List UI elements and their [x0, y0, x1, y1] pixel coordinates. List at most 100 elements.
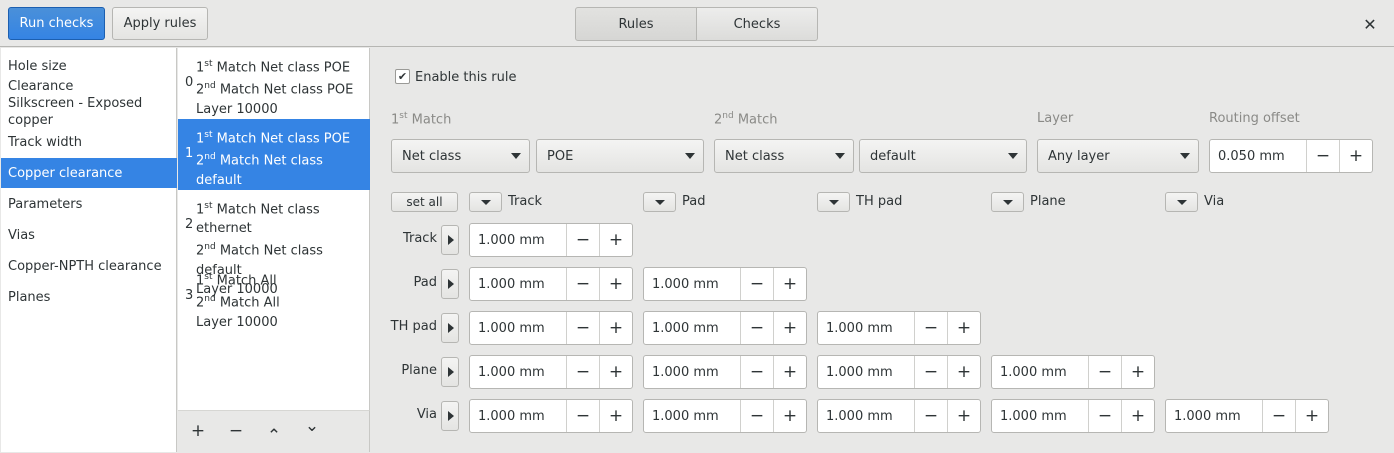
increment-button[interactable]: + — [773, 356, 806, 388]
column-th-pad-dropdown[interactable] — [817, 192, 850, 212]
decrement-button[interactable]: − — [914, 312, 947, 344]
increment-button[interactable]: + — [773, 268, 806, 300]
clearance-input[interactable]: 1.000 mm — [644, 312, 740, 344]
increment-button[interactable]: + — [1339, 140, 1372, 172]
sidebar-item-copper-npth-clearance[interactable]: Copper-NPTH clearance — [1, 252, 177, 280]
decrement-button[interactable]: − — [1306, 140, 1339, 172]
routing-offset-stepper[interactable]: 0.050 mm − + — [1209, 139, 1373, 173]
increment-button[interactable]: + — [773, 312, 806, 344]
sidebar-item-track-width[interactable]: Track width — [1, 128, 177, 156]
tab-rules[interactable]: Rules — [575, 7, 697, 41]
clearance-input[interactable]: 1.000 mm — [644, 356, 740, 388]
sidebar-item-planes[interactable]: Planes — [1, 283, 177, 311]
clearance-stepper[interactable]: 1.000 mm − + — [469, 223, 633, 257]
increment-button[interactable]: + — [1121, 400, 1154, 432]
layer-select[interactable]: Any layer — [1037, 139, 1199, 173]
tab-checks[interactable]: Checks — [696, 7, 818, 41]
sidebar-item-clearance-silkscreen[interactable]: Clearance Silkscreen - Exposed copper — [1, 79, 177, 128]
clearance-stepper[interactable]: 1.000 mm − + — [469, 355, 633, 389]
increment-button[interactable]: + — [773, 400, 806, 432]
routing-offset-input[interactable]: 0.050 mm — [1210, 140, 1306, 172]
clearance-stepper[interactable]: 1.000 mm − + — [469, 311, 633, 345]
apply-rules-button[interactable]: Apply rules — [112, 7, 208, 40]
clearance-input[interactable]: 1.000 mm — [1166, 400, 1262, 432]
clearance-stepper[interactable]: 1.000 mm − + — [817, 355, 981, 389]
list-item[interactable]: 0 1st Match Net class POE 2nd Match Net … — [178, 48, 370, 119]
list-item[interactable]: 1 1st Match Net class POE 2nd Match Net … — [178, 119, 370, 207]
increment-button[interactable]: + — [947, 356, 980, 388]
decrement-button[interactable]: − — [740, 400, 773, 432]
decrement-button[interactable]: − — [1088, 400, 1121, 432]
clearance-input[interactable]: 1.000 mm — [992, 400, 1088, 432]
clearance-stepper[interactable]: 1.000 mm − + — [643, 355, 807, 389]
second-match-value-select[interactable]: default — [859, 139, 1027, 173]
decrement-button[interactable]: − — [740, 312, 773, 344]
sidebar-item-vias[interactable]: Vias — [1, 221, 177, 249]
increment-button[interactable]: + — [599, 224, 632, 256]
decrement-button[interactable]: − — [740, 268, 773, 300]
clearance-stepper[interactable]: 1.000 mm − + — [469, 267, 633, 301]
decrement-button[interactable]: − — [566, 356, 599, 388]
decrement-button[interactable]: − — [914, 400, 947, 432]
increment-button[interactable]: + — [599, 312, 632, 344]
add-rule-button[interactable]: + — [188, 421, 208, 441]
clearance-input[interactable]: 1.000 mm — [818, 400, 914, 432]
clearance-stepper[interactable]: 1.000 mm − + — [643, 311, 807, 345]
clearance-input[interactable]: 1.000 mm — [470, 312, 566, 344]
increment-button[interactable]: + — [947, 312, 980, 344]
row-set-button[interactable] — [441, 313, 459, 343]
row-set-button[interactable] — [441, 401, 459, 431]
clearance-stepper[interactable]: 1.000 mm − + — [817, 399, 981, 433]
clearance-input[interactable]: 1.000 mm — [818, 312, 914, 344]
column-via-dropdown[interactable] — [1165, 192, 1198, 212]
first-match-type-select[interactable]: Net class — [391, 139, 530, 173]
column-track-dropdown[interactable] — [469, 192, 502, 212]
increment-button[interactable]: + — [599, 400, 632, 432]
increment-button[interactable]: + — [947, 400, 980, 432]
remove-rule-button[interactable]: − — [226, 421, 246, 441]
move-up-button[interactable]: ⌃ — [264, 426, 284, 446]
row-set-button[interactable] — [441, 225, 459, 255]
clearance-input[interactable]: 1.000 mm — [644, 400, 740, 432]
clearance-input[interactable]: 1.000 mm — [818, 356, 914, 388]
first-match-value-select[interactable]: POE — [536, 139, 704, 173]
increment-button[interactable]: + — [1295, 400, 1328, 432]
clearance-stepper[interactable]: 1.000 mm − + — [643, 267, 807, 301]
clearance-stepper[interactable]: 1.000 mm − + — [991, 355, 1155, 389]
run-checks-button[interactable]: Run checks — [8, 7, 105, 40]
row-set-button[interactable] — [441, 357, 459, 387]
clearance-stepper[interactable]: 1.000 mm − + — [817, 311, 981, 345]
clearance-input[interactable]: 1.000 mm — [992, 356, 1088, 388]
sidebar-item-hole-size[interactable]: Hole size — [1, 53, 177, 79]
set-all-button[interactable]: set all — [391, 192, 458, 212]
sidebar-item-copper-clearance[interactable]: Copper clearance — [1, 158, 177, 188]
clearance-stepper[interactable]: 1.000 mm − + — [1165, 399, 1329, 433]
clearance-input[interactable]: 1.000 mm — [644, 268, 740, 300]
list-item[interactable]: 2 1st Match Net class ethernet 2nd Match… — [178, 190, 370, 297]
close-icon[interactable]: ✕ — [1358, 12, 1382, 36]
row-set-button[interactable] — [441, 269, 459, 299]
decrement-button[interactable]: − — [1262, 400, 1295, 432]
decrement-button[interactable]: − — [566, 312, 599, 344]
clearance-input[interactable]: 1.000 mm — [470, 356, 566, 388]
clearance-input[interactable]: 1.000 mm — [470, 268, 566, 300]
increment-button[interactable]: + — [1121, 356, 1154, 388]
decrement-button[interactable]: − — [740, 356, 773, 388]
sidebar-item-parameters[interactable]: Parameters — [1, 190, 177, 218]
enable-rule-checkbox[interactable]: ✔ — [395, 69, 410, 84]
clearance-stepper[interactable]: 1.000 mm − + — [469, 399, 633, 433]
decrement-button[interactable]: − — [914, 356, 947, 388]
clearance-stepper[interactable]: 1.000 mm − + — [991, 399, 1155, 433]
decrement-button[interactable]: − — [566, 400, 599, 432]
list-item[interactable]: 3 1st Match All 2nd Match All Layer 1000… — [178, 261, 370, 332]
second-match-type-select[interactable]: Net class — [714, 139, 854, 173]
decrement-button[interactable]: − — [1088, 356, 1121, 388]
column-plane-dropdown[interactable] — [991, 192, 1024, 212]
move-down-button[interactable]: ⌄ — [302, 416, 322, 436]
decrement-button[interactable]: − — [566, 268, 599, 300]
decrement-button[interactable]: − — [566, 224, 599, 256]
column-pad-dropdown[interactable] — [643, 192, 676, 212]
increment-button[interactable]: + — [599, 356, 632, 388]
clearance-input[interactable]: 1.000 mm — [470, 224, 566, 256]
clearance-stepper[interactable]: 1.000 mm − + — [643, 399, 807, 433]
